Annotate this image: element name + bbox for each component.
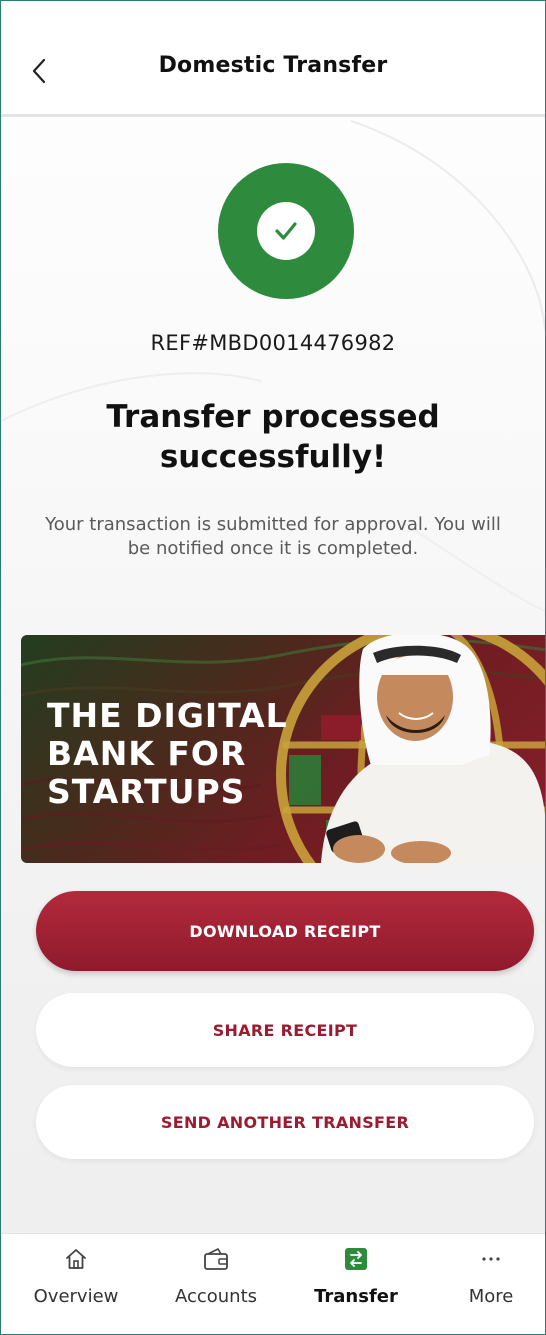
download-receipt-button[interactable]: DOWNLOAD RECEIPT	[36, 891, 534, 971]
nav-label-overview: Overview	[33, 1286, 119, 1307]
success-title: Transfer processed successfully!	[106, 399, 440, 475]
banner-line-3: STARTUPS	[47, 772, 246, 811]
promo-banner[interactable]: THE DIGITAL BANK FOR STARTUPS	[21, 635, 545, 863]
bottom-nav: Overview Accounts Transfer More	[1, 1233, 545, 1334]
app-header: Domestic Transfer	[1, 1, 545, 117]
banner-headline: THE DIGITAL BANK FOR STARTUPS	[47, 697, 317, 811]
share-receipt-button[interactable]: SHARE RECEIPT	[36, 993, 534, 1067]
wallet-icon	[156, 1246, 276, 1272]
nav-label-transfer: Transfer	[314, 1286, 398, 1307]
nav-item-overview[interactable]: Overview	[16, 1234, 136, 1334]
more-dots-icon	[431, 1246, 545, 1272]
reference-number: REF#MBD0014476982	[150, 331, 396, 355]
nav-item-accounts[interactable]: Accounts	[156, 1234, 276, 1334]
send-another-transfer-button[interactable]: SEND ANOTHER TRANSFER	[36, 1085, 534, 1159]
check-circle-icon	[257, 202, 315, 260]
domestic-transfer-screen: Domestic Transfer REF#MBD0014476982 Tran…	[0, 0, 546, 1335]
success-message: Your transaction is submitted for approv…	[45, 514, 501, 559]
nav-label-more: More	[468, 1286, 514, 1307]
page-title: Domestic Transfer	[158, 53, 388, 78]
nav-label-accounts: Accounts	[174, 1286, 258, 1307]
transfer-icon	[296, 1246, 416, 1272]
home-icon	[16, 1246, 136, 1272]
success-badge	[218, 163, 354, 299]
nav-item-more[interactable]: More	[431, 1234, 545, 1334]
banner-line-1: THE DIGITAL	[47, 696, 288, 735]
banner-line-2: BANK FOR	[47, 734, 247, 773]
nav-item-transfer[interactable]: Transfer	[296, 1234, 416, 1334]
